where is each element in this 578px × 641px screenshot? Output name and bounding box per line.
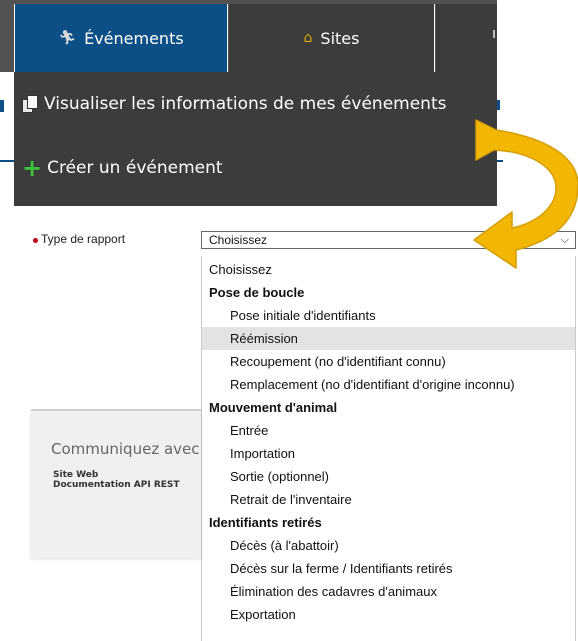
page-edge-fragment: [497, 160, 503, 162]
main-tab-bar: 🏃︎ Événements ⌂ Sites: [0, 0, 497, 72]
option-group-label: Identifiants retirés: [209, 515, 322, 530]
site-web-link[interactable]: Site Web: [53, 470, 98, 480]
select-option[interactable]: Réémission: [202, 327, 575, 350]
menu-item-view-events-label: Visualiser les informations de mes événe…: [44, 94, 447, 114]
select-option[interactable]: Pose initiale d'identifiants: [202, 304, 575, 327]
tab-evenements-label: Événements: [84, 28, 184, 48]
required-indicator: [33, 238, 38, 243]
tab-sites[interactable]: ⌂ Sites: [229, 4, 435, 72]
tab-evenements[interactable]: 🏃︎ Événements: [14, 4, 228, 72]
contact-card: Communiquez avec Site Web Documentation …: [31, 411, 201, 558]
select-option[interactable]: Choisissez: [202, 258, 575, 281]
page-edge-fragment: [0, 160, 14, 162]
contact-title: Communiquez avec: [51, 440, 200, 458]
select-option[interactable]: Élimination des cadavres d'animaux: [202, 580, 575, 603]
select-option[interactable]: Importation: [202, 442, 575, 465]
api-doc-link[interactable]: Documentation API REST: [53, 480, 180, 490]
tab-partial-glyph: [493, 30, 495, 38]
menu-item-create-event-label: Créer un événement: [47, 158, 223, 178]
select-option[interactable]: Recoupement (no d'identifiant connu): [202, 350, 575, 373]
type-rapport-selected-value: Choisissez: [209, 233, 268, 247]
page-edge-fragment: [0, 100, 4, 112]
house-icon: ⌂: [303, 30, 313, 46]
type-rapport-options: Choisissez Pose de boucle Pose initiale d'…: [201, 256, 576, 641]
select-option[interactable]: Entrée: [202, 419, 575, 442]
documents-icon: [22, 95, 38, 113]
type-rapport-label: Type de rapport: [41, 232, 126, 246]
option-group-label: Pose de boucle: [209, 285, 305, 300]
type-rapport-select[interactable]: Choisissez ⌵: [201, 231, 576, 249]
screen: 🏃︎ Événements ⌂ Sites Visualiser les inf…: [0, 0, 578, 641]
select-option[interactable]: Décès (à l'abattoir): [202, 534, 575, 557]
plus-icon: +: [22, 154, 43, 182]
select-option[interactable]: Remplacement (no d'identifiant d'origine…: [202, 373, 575, 396]
option-group-label: Mouvement d'animal: [209, 400, 338, 415]
select-option[interactable]: Exportation: [202, 603, 575, 626]
menu-item-view-events[interactable]: Visualiser les informations de mes événe…: [14, 78, 497, 130]
select-option[interactable]: Sortie (optionnel): [202, 465, 575, 488]
evenements-submenu: Visualiser les informations de mes événe…: [14, 72, 497, 206]
page-edge-fragment: [497, 100, 500, 110]
running-person-icon: 🏃︎: [58, 30, 77, 46]
select-option[interactable]: Retrait de l'inventaire: [202, 488, 575, 511]
menu-item-create-event[interactable]: + Créer un événement: [14, 142, 497, 194]
chevron-down-icon: ⌵: [560, 234, 569, 246]
tab-sites-label: Sites: [320, 28, 360, 48]
tab-next-partial[interactable]: [436, 4, 497, 72]
select-option[interactable]: Décès sur la ferme / Identifiants retiré…: [202, 557, 575, 580]
